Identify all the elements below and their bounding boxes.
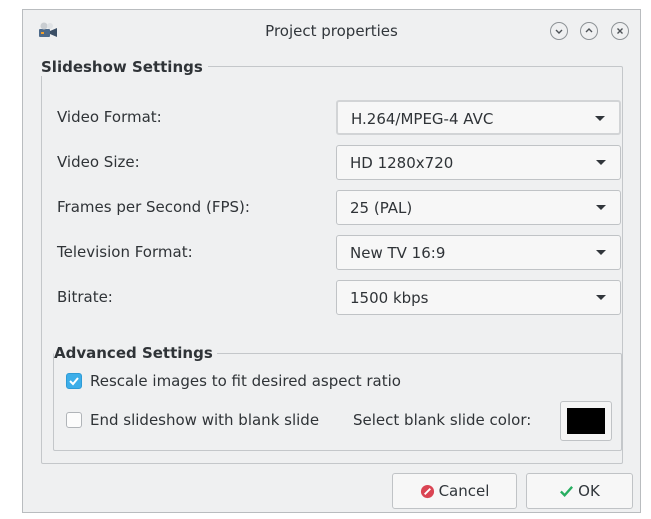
dropdown-arrow-icon xyxy=(596,205,606,210)
title-bar[interactable]: Project properties xyxy=(23,10,640,52)
cancel-label: Cancel xyxy=(438,482,490,500)
minimize-icon xyxy=(555,29,563,34)
fps-value: 25 (PAL) xyxy=(350,199,413,217)
rescale-checkbox[interactable] xyxy=(66,373,82,389)
maximize-button[interactable] xyxy=(580,22,598,40)
dropdown-arrow-icon xyxy=(596,250,606,255)
video-size-label: Video Size: xyxy=(57,153,140,171)
minimize-button[interactable] xyxy=(550,22,568,40)
advanced-settings-title: Advanced Settings xyxy=(54,344,217,362)
project-properties-dialog: Project properties Slideshow Settings Vi… xyxy=(22,9,641,513)
bitrate-value: 1500 kbps xyxy=(350,289,429,307)
bitrate-label: Bitrate: xyxy=(57,288,113,306)
ok-label: OK xyxy=(578,482,600,500)
rescale-label[interactable]: Rescale images to fit desired aspect rat… xyxy=(90,372,401,390)
bitrate-select[interactable]: 1500 kbps xyxy=(336,280,621,315)
blank-slide-label[interactable]: End slideshow with blank slide xyxy=(90,411,319,429)
video-format-value: H.264/MPEG-4 AVC xyxy=(351,110,494,128)
dropdown-arrow-icon xyxy=(596,160,606,165)
close-button[interactable] xyxy=(611,22,629,40)
dropdown-arrow-icon xyxy=(595,116,605,121)
slideshow-settings-title: Slideshow Settings xyxy=(41,58,208,76)
cancel-icon xyxy=(420,484,434,498)
close-icon xyxy=(617,28,623,34)
blank-color-button[interactable] xyxy=(560,401,612,441)
window-title: Project properties xyxy=(265,22,398,40)
blank-color-label: Select blank slide color: xyxy=(353,411,532,429)
ok-button[interactable]: OK xyxy=(526,473,633,509)
color-swatch xyxy=(567,408,605,434)
blank-slide-checkbox[interactable] xyxy=(66,412,82,428)
tv-format-select[interactable]: New TV 16:9 xyxy=(336,235,621,270)
maximize-icon xyxy=(585,28,593,33)
checkmark-icon xyxy=(560,485,574,497)
video-size-value: HD 1280x720 xyxy=(350,154,454,172)
dropdown-arrow-icon xyxy=(596,295,606,300)
cancel-button[interactable]: Cancel xyxy=(392,473,517,509)
tv-format-value: New TV 16:9 xyxy=(350,244,446,262)
tv-format-label: Television Format: xyxy=(57,243,193,261)
video-size-select[interactable]: HD 1280x720 xyxy=(336,145,621,180)
advanced-settings-group xyxy=(53,353,622,451)
video-format-select[interactable]: H.264/MPEG-4 AVC xyxy=(336,100,621,135)
fps-label: Frames per Second (FPS): xyxy=(57,198,250,216)
fps-select[interactable]: 25 (PAL) xyxy=(336,190,621,225)
checkmark-icon xyxy=(69,377,79,386)
video-format-label: Video Format: xyxy=(57,108,162,126)
